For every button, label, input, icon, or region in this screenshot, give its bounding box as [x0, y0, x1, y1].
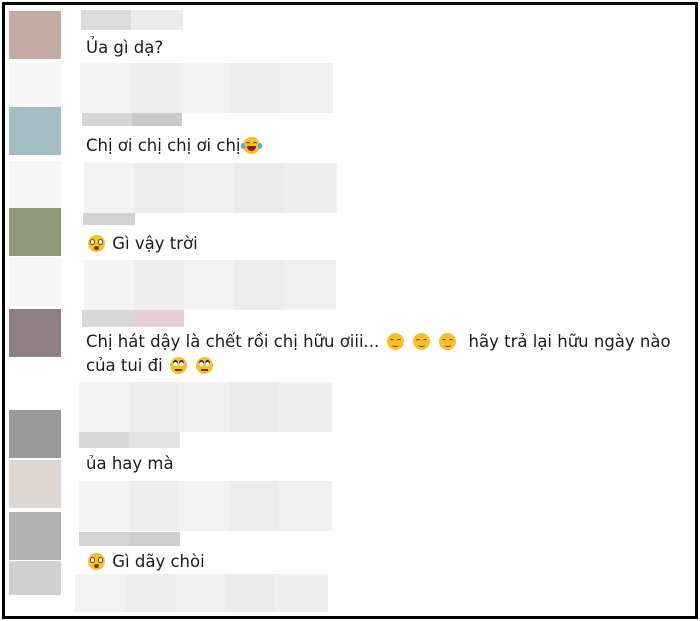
comment-text: Chị hát dậy là chết rồi chị hữu ơiii... …	[86, 330, 671, 354]
blurred-reply-block	[84, 260, 336, 310]
avatar-blurred	[9, 460, 61, 508]
comment-text: Ủa gì dạ?	[86, 38, 164, 57]
avatar-blurred	[9, 561, 61, 595]
comment-text: ủa hay mà	[86, 454, 174, 473]
rolling-eyes-emoji	[196, 357, 214, 374]
commenter-name-redacted[interactable]	[79, 532, 180, 546]
commenter-name-redacted[interactable]	[82, 113, 182, 126]
shocked-face-emoji	[88, 235, 105, 252]
laughing-tears-emoji	[240, 137, 262, 154]
comment-text-line1b: hãy trả lại hữu ngày nào	[468, 332, 671, 351]
blurred-reply-block	[75, 574, 328, 612]
relieved-face-emoji	[439, 333, 457, 350]
comment-text: Gì vậy trời	[86, 232, 198, 256]
blurred-reply-block	[79, 481, 332, 531]
avatar[interactable]	[9, 512, 61, 560]
comment-text: Gì dãy chòi	[86, 550, 205, 574]
relieved-face-emoji	[412, 333, 430, 350]
comment-text-line1: Chị hát dậy là chết rồi chị hữu ơiii...	[86, 332, 380, 351]
commenter-name-redacted[interactable]	[79, 432, 180, 448]
avatar-blurred	[9, 61, 61, 109]
comment-text: Chị ơi chị chị ơi chị	[86, 134, 262, 158]
avatar[interactable]	[9, 107, 61, 155]
avatar-blurred	[9, 161, 61, 209]
blurred-reply-block	[79, 382, 332, 432]
avatar[interactable]	[9, 309, 61, 357]
shocked-face-emoji	[88, 553, 105, 570]
avatar-blurred	[9, 257, 61, 305]
avatar[interactable]	[9, 11, 61, 59]
rolling-eyes-emoji	[169, 357, 187, 374]
commenter-name-redacted[interactable]	[82, 310, 184, 327]
avatar[interactable]	[9, 208, 61, 256]
comment-text-body: Chị ơi chị chị ơi chị	[86, 136, 241, 155]
comment-text-body: Gì vậy trời	[112, 234, 198, 253]
commenter-name-redacted[interactable]	[81, 10, 183, 30]
avatar[interactable]	[9, 410, 61, 458]
commenter-name-redacted[interactable]	[83, 213, 135, 225]
blurred-reply-block	[84, 163, 337, 213]
relieved-face-emoji	[386, 333, 404, 350]
comment-text-line2: của tui đi	[86, 356, 163, 375]
blurred-reply-block	[80, 63, 333, 113]
comment-text-body: Gì dãy chòi	[112, 552, 205, 571]
comment-thread-frame: Ủa gì dạ? Chị ơi chị chị ơi chị Gì vậy t…	[2, 2, 698, 619]
comment-text-continued: của tui đi	[86, 354, 215, 378]
